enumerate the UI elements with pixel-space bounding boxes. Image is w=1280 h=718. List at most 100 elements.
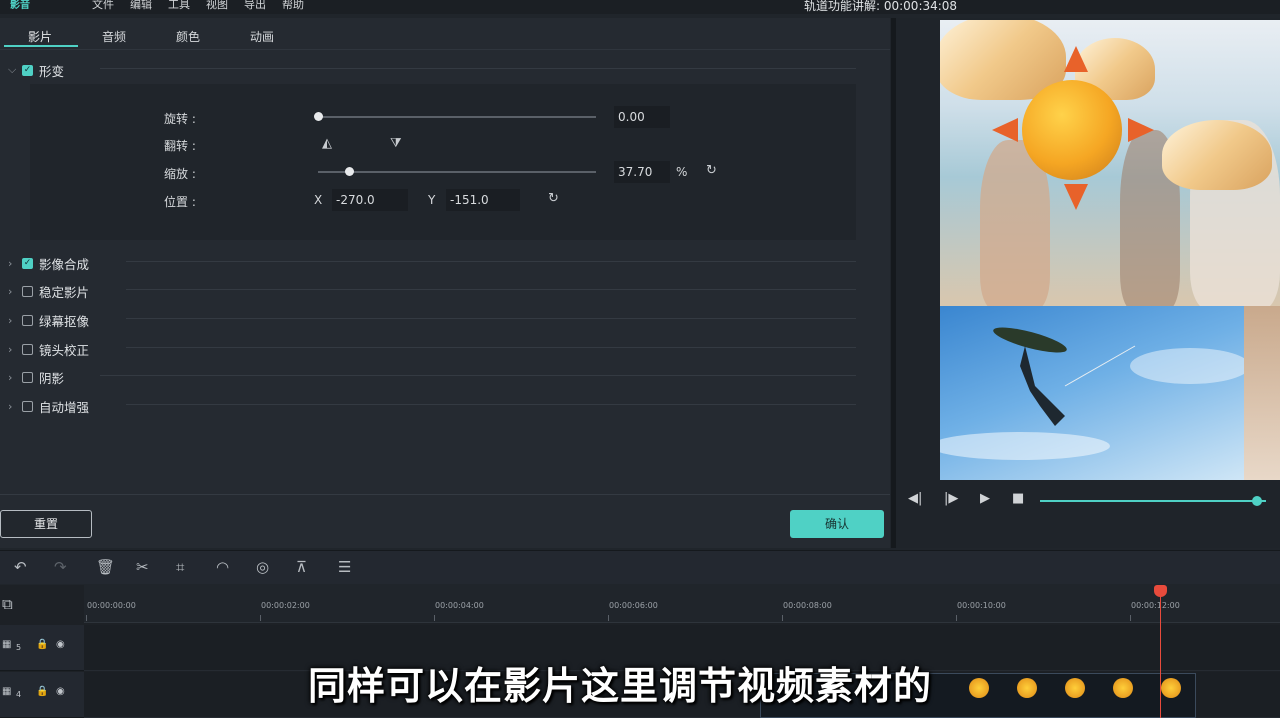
- menu-help[interactable]: 帮助: [282, 0, 304, 12]
- cut-icon[interactable]: ✂: [136, 558, 149, 576]
- add-track-icon[interactable]: ⧉: [2, 595, 13, 613]
- tab-color[interactable]: 颜色: [176, 28, 200, 45]
- divider: [126, 289, 856, 290]
- scale-unit: %: [676, 165, 688, 179]
- chevron-right-icon[interactable]: ›: [8, 343, 22, 356]
- property-tabs: 影片 音频 颜色 动画: [0, 18, 890, 50]
- track-header: ▦ 4 🔒 ◉: [0, 672, 84, 718]
- chevron-right-icon[interactable]: ›: [8, 314, 22, 327]
- scale-field[interactable]: 37.70: [614, 161, 670, 183]
- position-label: 位置 :: [164, 195, 196, 209]
- properties-panel: 影片 音频 颜色 动画 ⌵ ✓ 形变 旋转 : 0.00 翻转 : ◭ ⧩ 缩放…: [0, 18, 890, 548]
- menu-file[interactable]: 文件: [92, 0, 114, 12]
- section-checkbox[interactable]: [22, 400, 33, 412]
- color-icon[interactable]: ◎: [256, 558, 269, 576]
- section-stabilization[interactable]: › 稳定影片: [8, 281, 89, 301]
- section-transform[interactable]: ⌵ ✓ 形变: [8, 60, 64, 80]
- crop-icon[interactable]: ⌗: [176, 558, 184, 576]
- eye-icon[interactable]: ◉: [56, 686, 65, 697]
- section-auto-enhance[interactable]: › 自动增强: [8, 396, 89, 416]
- section-checkbox[interactable]: [22, 343, 33, 355]
- chevron-right-icon[interactable]: ›: [8, 257, 22, 270]
- divider: [126, 404, 856, 405]
- section-label: 自动增强: [39, 399, 90, 415]
- scale-slider-handle[interactable]: [344, 167, 354, 176]
- film-icon: ▦: [2, 686, 12, 697]
- menu-view[interactable]: 视图: [206, 0, 228, 12]
- scale-label: 缩放 :: [164, 167, 196, 181]
- clip-thumbnail: [1017, 678, 1037, 698]
- lock-icon[interactable]: 🔒: [36, 686, 48, 697]
- track-header: ▦ 5 🔒 ◉: [0, 625, 84, 671]
- flip-horizontal-icon[interactable]: ◭: [322, 136, 332, 151]
- transform-checkbox[interactable]: ✓: [22, 64, 33, 76]
- divider: [126, 261, 856, 262]
- preview-progress-handle[interactable]: [1252, 496, 1263, 506]
- playhead-handle[interactable]: [1154, 585, 1167, 597]
- preview-panel: ◀| |▶ ▶ ■: [896, 18, 1280, 548]
- ruler-tick-label: 00:00:02:00: [261, 601, 310, 610]
- ruler-tick: [86, 615, 87, 621]
- section-checkbox[interactable]: [22, 285, 33, 297]
- reset-button[interactable]: 重置: [0, 510, 92, 538]
- settings-icon[interactable]: ☰: [338, 558, 351, 576]
- chevron-right-icon[interactable]: ›: [8, 371, 22, 384]
- active-tab-indicator: [4, 45, 78, 47]
- section-checkbox[interactable]: ✓: [22, 257, 33, 269]
- reset-position-icon[interactable]: ↻: [548, 191, 559, 206]
- delete-icon[interactable]: 🗑: [96, 558, 115, 576]
- ruler-tick-label: 00:00:10:00: [957, 601, 1006, 610]
- flip-vertical-icon[interactable]: ⧩: [390, 136, 402, 151]
- track-number: 5: [16, 643, 22, 652]
- section-compositing[interactable]: › ✓ 影像合成: [8, 253, 89, 273]
- ruler-tick: [782, 615, 783, 621]
- divider: [100, 375, 856, 376]
- scale-slider[interactable]: [318, 167, 596, 176]
- menu-export[interactable]: 导出: [244, 0, 266, 12]
- stop-icon[interactable]: ■: [1012, 491, 1024, 506]
- y-position-field[interactable]: -151.0: [446, 189, 520, 211]
- section-checkbox[interactable]: [22, 371, 33, 383]
- divider: [126, 318, 856, 319]
- rotate-slider[interactable]: [314, 112, 596, 121]
- section-lens-correction[interactable]: › 镜头校正: [8, 339, 89, 359]
- divider: [126, 347, 856, 348]
- previous-frame-icon[interactable]: ◀|: [908, 491, 922, 506]
- eye-icon[interactable]: ◉: [56, 639, 65, 650]
- section-shadow[interactable]: › 阴影: [8, 367, 64, 387]
- ruler-tick: [608, 615, 609, 621]
- ruler-tick: [260, 615, 261, 621]
- section-chroma-key[interactable]: › 绿幕抠像: [8, 310, 89, 330]
- section-checkbox[interactable]: [22, 314, 33, 326]
- chevron-right-icon[interactable]: ›: [8, 285, 22, 298]
- ok-button[interactable]: 确认: [790, 510, 884, 538]
- clip-thumbnail: [969, 678, 989, 698]
- x-position-field[interactable]: -270.0: [332, 189, 408, 211]
- tab-animation[interactable]: 动画: [250, 28, 274, 45]
- chevron-down-icon[interactable]: ⌵: [8, 63, 22, 77]
- flip-label: 翻转 :: [164, 139, 196, 153]
- play-icon[interactable]: ▶: [980, 491, 990, 506]
- split-screen-icon[interactable]: ⊼: [296, 558, 307, 576]
- app-logo: 影音: [10, 0, 30, 11]
- play-frame-icon[interactable]: |▶: [944, 491, 958, 506]
- speed-icon[interactable]: ◠: [216, 558, 229, 576]
- preview-video-beach: [940, 20, 1280, 306]
- menu-tools[interactable]: 工具: [168, 0, 190, 12]
- rotate-field[interactable]: 0.00: [614, 106, 670, 128]
- menu-edit[interactable]: 编辑: [130, 0, 152, 12]
- undo-icon[interactable]: ↶: [14, 558, 27, 576]
- reset-scale-icon[interactable]: ↻: [706, 163, 717, 178]
- preview-progress-bar[interactable]: [1040, 500, 1267, 502]
- chevron-right-icon[interactable]: ›: [8, 400, 22, 413]
- rotate-slider-handle[interactable]: [314, 112, 323, 121]
- y-label: Y: [428, 193, 436, 207]
- timeline-toolbar: ↶ ↷ 🗑 ✂ ⌗ ◠ ◎ ⊼ ☰: [0, 550, 1280, 584]
- tab-video[interactable]: 影片: [28, 28, 52, 45]
- playhead-line[interactable]: [1160, 585, 1161, 718]
- ruler-tick-label: 00:00:04:00: [435, 601, 484, 610]
- lock-icon[interactable]: 🔒: [36, 639, 48, 650]
- tab-audio[interactable]: 音频: [102, 28, 126, 45]
- redo-icon[interactable]: ↷: [54, 558, 67, 576]
- timeline-ruler[interactable]: 00:00:00:00 00:00:02:00 00:00:04:00 00:0…: [84, 585, 1280, 623]
